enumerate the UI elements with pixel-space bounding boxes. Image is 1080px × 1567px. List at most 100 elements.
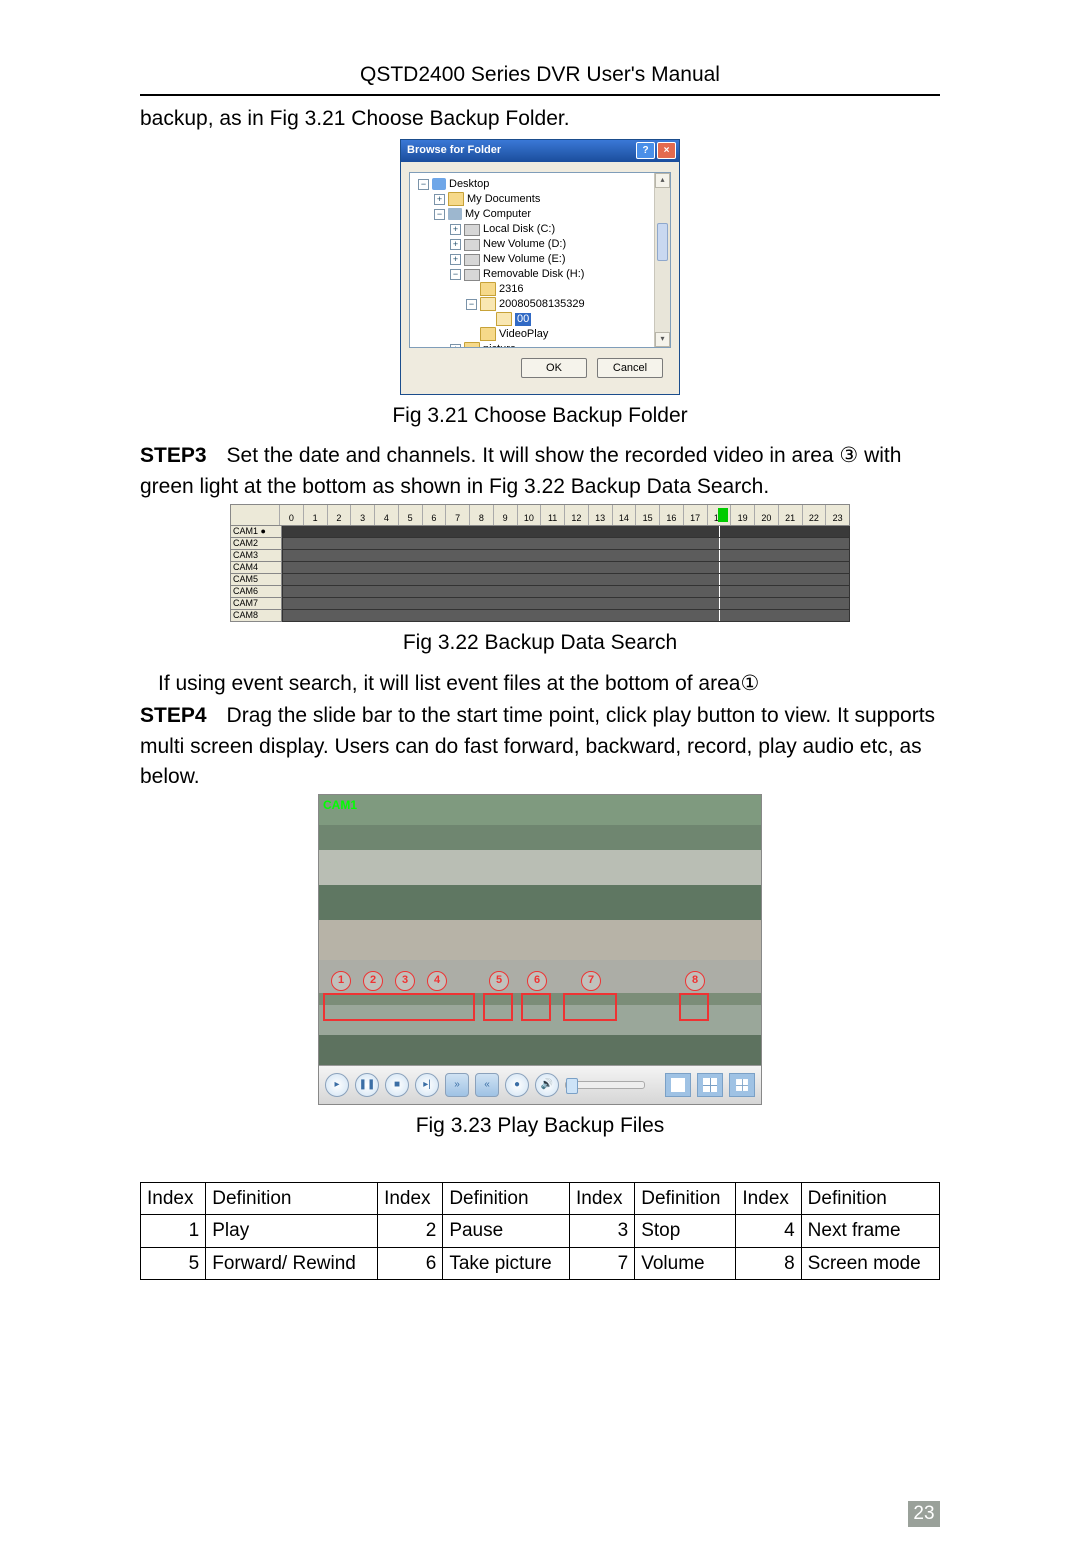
step3-paragraph: STEP3Set the date and channels. It will … xyxy=(140,441,940,502)
playhead-line xyxy=(719,538,720,549)
volume-button[interactable]: 🔊 xyxy=(535,1073,559,1097)
cam-track[interactable] xyxy=(282,598,850,610)
table-header: Index xyxy=(141,1182,206,1215)
tree-toggle[interactable]: − xyxy=(450,269,461,280)
header-rule xyxy=(140,94,940,96)
tree-picture: picture xyxy=(483,343,516,348)
cam-track[interactable] xyxy=(282,550,850,562)
ok-button[interactable]: OK xyxy=(521,358,587,378)
scroll-down-icon[interactable]: ▾ xyxy=(655,332,670,347)
folder-icon xyxy=(480,327,496,341)
table-cell: Volume xyxy=(635,1247,736,1280)
drive-icon xyxy=(464,239,480,251)
cam-track[interactable] xyxy=(282,526,850,538)
callout-5: 5 xyxy=(489,971,509,991)
tree-drive-d: New Volume (D:) xyxy=(483,238,566,252)
playhead-line xyxy=(719,526,720,537)
tree-toggle[interactable]: − xyxy=(418,179,429,190)
cam-track[interactable] xyxy=(282,562,850,574)
playback-toolbar: ▸ ❚❚ ■ ▸| » « ● 🔊 xyxy=(319,1065,761,1104)
step3-text: Set the date and channels. It will show … xyxy=(140,444,901,497)
tree-toggle[interactable]: + xyxy=(434,194,445,205)
tree-toggle[interactable]: + xyxy=(450,224,461,235)
figure-caption-3-23: Fig 3.23 Play Backup Files xyxy=(140,1111,940,1141)
dialog-title-text: Browse for Folder xyxy=(407,144,501,158)
tree-drive-e: New Volume (E:) xyxy=(483,253,566,267)
scroll-thumb[interactable] xyxy=(657,223,668,261)
callout-3: 3 xyxy=(395,971,415,991)
tree-scrollbar[interactable]: ▴ ▾ xyxy=(654,173,670,347)
folder-icon xyxy=(464,342,480,348)
event-search-note: If using event search, it will list even… xyxy=(158,669,940,699)
table-header: Definition xyxy=(801,1182,939,1215)
tree-folder-timestamp: 20080508135329 xyxy=(499,298,585,312)
callout-4: 4 xyxy=(427,971,447,991)
table-cell: Pause xyxy=(443,1215,570,1248)
callout-8: 8 xyxy=(685,971,705,991)
snapshot-button[interactable]: ● xyxy=(505,1073,529,1097)
play-button[interactable]: ▸ xyxy=(325,1073,349,1097)
step4-paragraph: STEP4Drag the slide bar to the start tim… xyxy=(140,701,940,792)
cam-track[interactable] xyxy=(282,610,850,622)
cam-row: CAM3 xyxy=(230,550,850,562)
dialog-titlebar: Browse for Folder ? × xyxy=(401,140,679,162)
tree-folder-selected[interactable]: 00 xyxy=(515,313,531,327)
annotation-box-5 xyxy=(483,993,513,1021)
cam-label: CAM8 xyxy=(230,610,282,622)
volume-slider[interactable] xyxy=(565,1081,645,1089)
cam-row: CAM4 xyxy=(230,562,850,574)
tree-toggle[interactable]: + xyxy=(450,344,461,348)
tree-drive-h: Removable Disk (H:) xyxy=(483,268,584,282)
playhead-line xyxy=(719,610,720,621)
screen-mode-9[interactable] xyxy=(729,1073,755,1097)
timeline-ruler: 01234567891011121314151617181920212223 xyxy=(230,504,850,526)
intro-line: backup, as in Fig 3.21 Choose Backup Fol… xyxy=(140,104,940,134)
dialog-body: − Desktop + My Documents − My Computer + xyxy=(401,162,679,394)
tree-spacer xyxy=(466,330,477,339)
play-backup-figure: CAM1 1 2 3 4 5 6 7 8 ▸ ❚❚ ■ ▸| » « ● 🔊 xyxy=(318,794,762,1105)
scroll-up-icon[interactable]: ▴ xyxy=(655,173,670,188)
table-cell: 1 xyxy=(141,1215,206,1248)
cam-track[interactable] xyxy=(282,586,850,598)
help-button[interactable]: ? xyxy=(636,142,655,159)
screen-mode-4[interactable] xyxy=(697,1073,723,1097)
page-number: 23 xyxy=(908,1501,940,1527)
next-frame-button[interactable]: ▸| xyxy=(415,1073,439,1097)
playhead-line xyxy=(719,550,720,561)
backup-timeline: 01234567891011121314151617181920212223 C… xyxy=(230,504,850,622)
stop-button[interactable]: ■ xyxy=(385,1073,409,1097)
tree-toggle[interactable]: + xyxy=(450,239,461,250)
forward-button[interactable]: » xyxy=(445,1073,469,1097)
timeline-cursor[interactable] xyxy=(718,508,728,522)
rewind-button[interactable]: « xyxy=(475,1073,499,1097)
callout-7: 7 xyxy=(581,971,601,991)
folder-open-icon xyxy=(496,312,512,326)
cam-track[interactable] xyxy=(282,574,850,586)
annotation-box-7 xyxy=(563,993,617,1021)
pause-button[interactable]: ❚❚ xyxy=(355,1073,379,1097)
tree-toggle[interactable]: − xyxy=(466,299,477,310)
playhead-line xyxy=(719,574,720,585)
table-cell: Screen mode xyxy=(801,1247,939,1280)
cancel-button[interactable]: Cancel xyxy=(597,358,663,378)
table-cell: Stop xyxy=(635,1215,736,1248)
cam-row: CAM8 xyxy=(230,610,850,622)
cam-row: CAM7 xyxy=(230,598,850,610)
cam-track[interactable] xyxy=(282,538,850,550)
annotation-box-8 xyxy=(679,993,709,1021)
tree-toggle[interactable]: − xyxy=(434,209,445,220)
folder-tree[interactable]: − Desktop + My Documents − My Computer + xyxy=(409,172,671,348)
playhead-line xyxy=(719,586,720,597)
annotation-box-1-4 xyxy=(323,993,475,1021)
desktop-icon xyxy=(432,178,446,190)
camera-overlay-label: CAM1 xyxy=(323,797,357,814)
figure-caption-3-22: Fig 3.22 Backup Data Search xyxy=(140,628,940,658)
folder-open-icon xyxy=(480,297,496,311)
manual-page: QSTD2400 Series DVR User's Manual backup… xyxy=(0,0,1080,1567)
drive-icon xyxy=(464,224,480,236)
table-header: Index xyxy=(736,1182,801,1215)
close-button[interactable]: × xyxy=(657,142,676,159)
screen-mode-1[interactable] xyxy=(665,1073,691,1097)
tree-toggle[interactable]: + xyxy=(450,254,461,265)
table-cell: 3 xyxy=(569,1215,634,1248)
